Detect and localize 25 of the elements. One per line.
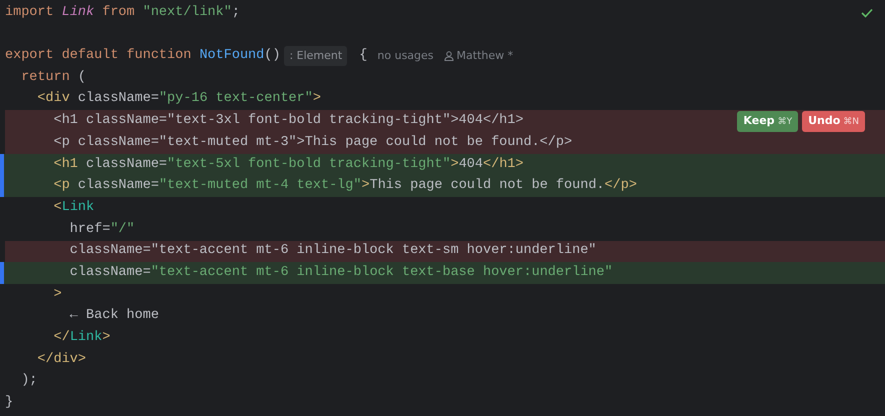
- code-text: <p className="text-muted mt-3">This page could not be found.</p>: [52, 134, 572, 152]
- code-text: );: [20, 372, 38, 390]
- person-icon: [444, 51, 454, 62]
- code-text: {: [358, 47, 368, 66]
- code-text: <h1 className="text-5xl font-bold tracking-tight">404</h1>: [52, 156, 524, 174]
- code-text: export default function NotFound(): [5, 47, 280, 66]
- code-text: ← Back home: [68, 307, 159, 326]
- author-hint[interactable]: Matthew *: [456, 48, 514, 64]
- code-text: className="text-accent mt-6 inline-block text-sm hover:underline": [68, 242, 596, 260]
- keep-button[interactable]: Keep ⌘Y: [737, 110, 798, 132]
- code-text: className="text-accent mt-6 inline-block text-base hover:underline": [68, 264, 613, 282]
- code-text: <div className="py-16 text-center">: [36, 90, 321, 108]
- code-text: </div>: [36, 350, 86, 369]
- code-text: }: [5, 394, 14, 412]
- code-text: <Link: [52, 198, 94, 217]
- code-text: return (: [20, 68, 86, 87]
- usage-hint[interactable]: no usages: [377, 48, 434, 64]
- code-text: <h1 className="text-3xl font-bold tracking-tight">404</h1>: [52, 112, 524, 130]
- code-text: >: [52, 286, 62, 304]
- code-text: </Link>: [52, 329, 110, 348]
- code-text: <p className="text-muted mt-4 text-lg">This page could not be found.</p>: [52, 177, 637, 196]
- code-text: href="/": [68, 220, 135, 239]
- code-text: import Link from "next/link";: [5, 4, 240, 22]
- type-hint: : Element: [284, 46, 348, 66]
- undo-button[interactable]: Undo ⌘N: [802, 110, 865, 132]
